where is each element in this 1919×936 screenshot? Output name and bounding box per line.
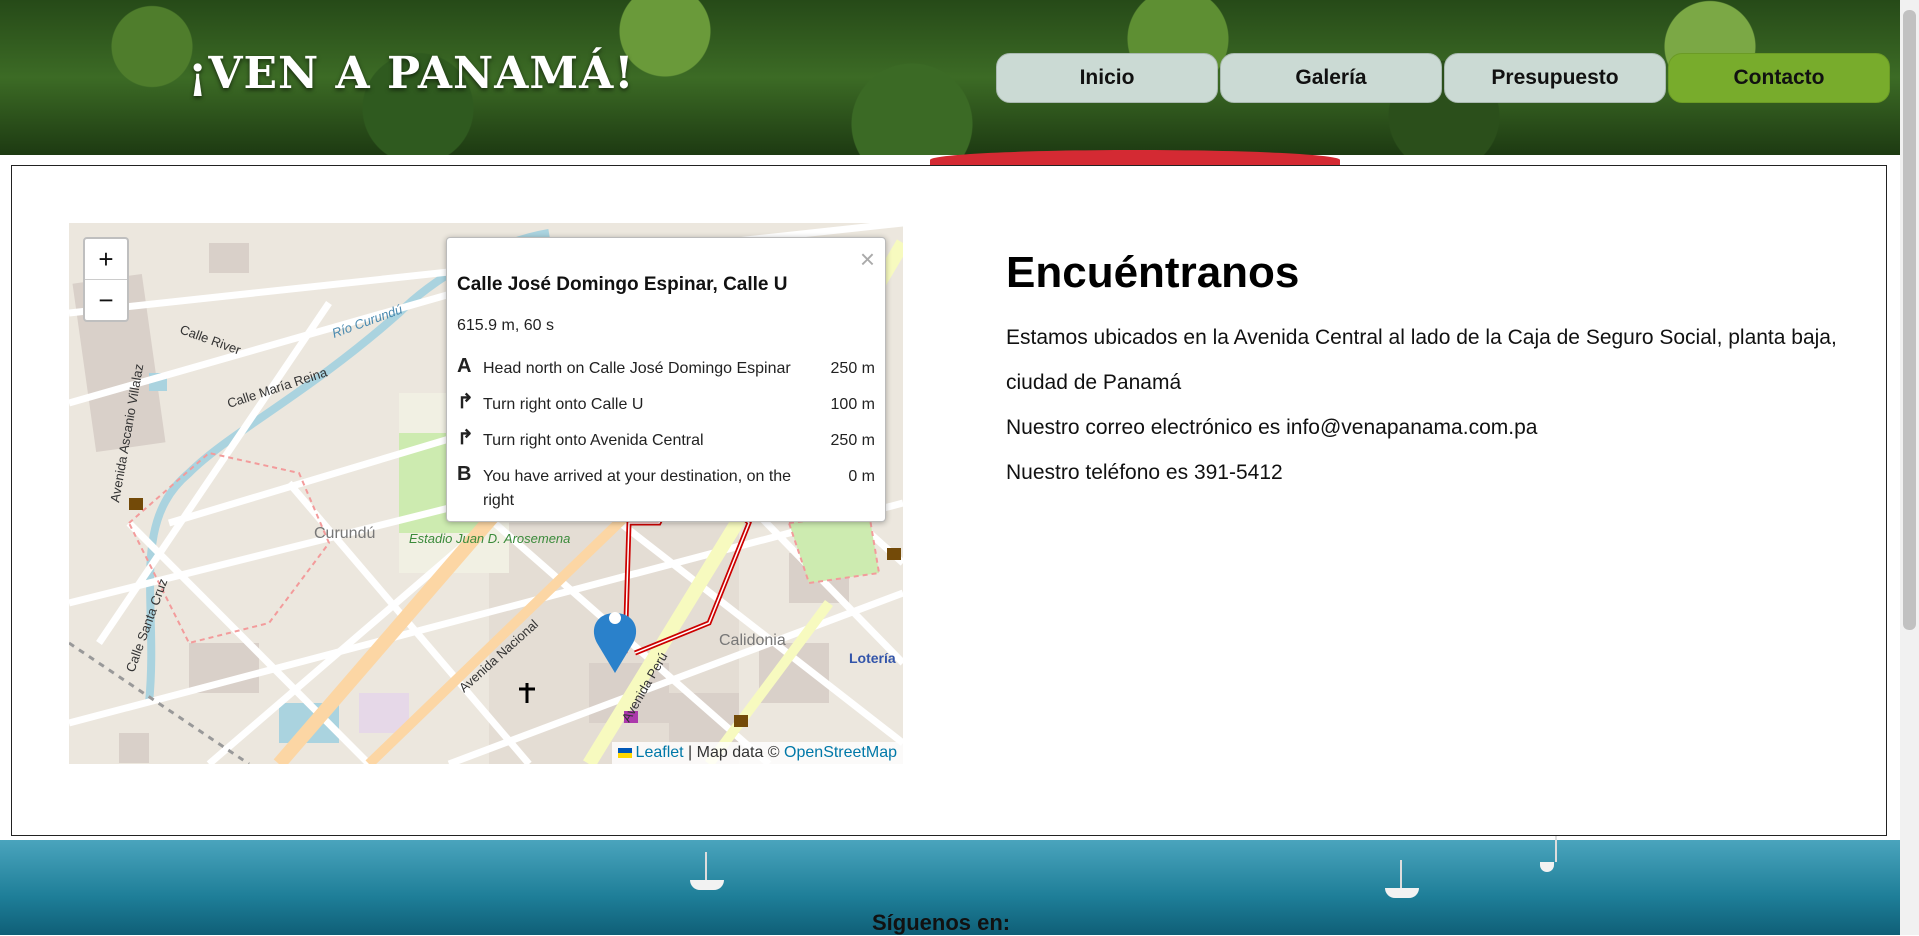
route-title: Calle José Domingo Espinar, Calle U bbox=[457, 274, 788, 295]
scrollbar[interactable] bbox=[1900, 0, 1919, 935]
turn-right-icon: ↱ bbox=[457, 391, 474, 413]
step-distance: 250 m bbox=[830, 432, 875, 449]
step-text: Head north on Calle José Domingo Espinar bbox=[483, 360, 791, 377]
routing-panel: × Calle José Domingo Espinar, Calle U 61… bbox=[446, 237, 886, 522]
header-banner: ¡VEN A PANAMÁ! Inicio Galería Presupuest… bbox=[0, 0, 1900, 155]
scrollbar-thumb[interactable] bbox=[1903, 10, 1916, 630]
route-steps: A Head north on Calle José Domingo Espin… bbox=[457, 355, 875, 513]
nav-presupuesto[interactable]: Presupuesto bbox=[1444, 53, 1666, 103]
route-step[interactable]: ↱ Turn right onto Avenida Central 250 m bbox=[457, 427, 875, 453]
main-nav: Inicio Galería Presupuesto Contacto bbox=[996, 53, 1890, 103]
zoom-out-button[interactable]: − bbox=[85, 280, 127, 320]
site-title: ¡VEN A PANAMÁ! bbox=[188, 48, 635, 99]
osm-link[interactable]: OpenStreetMap bbox=[784, 744, 897, 761]
map-label: Estadio Juan D. Arosemena bbox=[409, 531, 570, 546]
follow-us-label: Síguenos en: bbox=[872, 910, 1011, 935]
contact-heading: Encuéntranos bbox=[1006, 248, 1300, 297]
route-step[interactable]: B You have arrived at your destination, … bbox=[457, 463, 875, 513]
boat-image bbox=[1385, 860, 1419, 898]
map-label: Calidonia bbox=[719, 632, 786, 649]
end-marker-icon: B bbox=[457, 463, 472, 485]
step-distance: 100 m bbox=[830, 396, 875, 413]
nav-inicio[interactable]: Inicio bbox=[996, 53, 1218, 103]
map-label: Curundú bbox=[314, 525, 375, 542]
phone-text: Nuestro teléfono es 391-5412 bbox=[1006, 461, 1283, 484]
step-text: You have arrived at your destination, on… bbox=[483, 468, 792, 509]
boat-image bbox=[690, 852, 724, 890]
zoom-in-button[interactable]: + bbox=[85, 239, 127, 280]
turn-right-icon: ↱ bbox=[457, 427, 474, 449]
leaflet-link[interactable]: Leaflet bbox=[636, 744, 684, 761]
attribution-text: | Map data © bbox=[688, 744, 780, 761]
boat-image bbox=[1540, 834, 1557, 872]
map[interactable]: Calle River Río Curundú Calle María Rein… bbox=[69, 223, 903, 764]
zoom-control: + − bbox=[83, 237, 129, 322]
step-text: Turn right onto Calle U bbox=[483, 396, 644, 413]
ukraine-flag-icon bbox=[617, 747, 632, 758]
contact-card: Calle River Río Curundú Calle María Rein… bbox=[11, 165, 1887, 836]
route-step[interactable]: A Head north on Calle José Domingo Espin… bbox=[457, 355, 875, 381]
email-text: Nuestro correo electrónico es info@venap… bbox=[1006, 416, 1538, 439]
address-text: Estamos ubicados en la Avenida Central a… bbox=[1006, 326, 1837, 394]
nav-contacto[interactable]: Contacto bbox=[1668, 53, 1890, 103]
step-text: Turn right onto Avenida Central bbox=[483, 432, 704, 449]
start-marker-icon: A bbox=[457, 355, 472, 377]
nav-galeria[interactable]: Galería bbox=[1220, 53, 1442, 103]
map-label: Lotería bbox=[849, 650, 896, 666]
close-icon[interactable]: × bbox=[860, 244, 875, 275]
step-distance: 250 m bbox=[830, 360, 875, 377]
route-step[interactable]: ↱ Turn right onto Calle U 100 m bbox=[457, 391, 875, 417]
step-distance: 0 m bbox=[848, 468, 875, 485]
route-summary: 615.9 m, 60 s bbox=[457, 317, 554, 334]
map-attribution: Leaflet | Map data © OpenStreetMap bbox=[611, 742, 903, 764]
